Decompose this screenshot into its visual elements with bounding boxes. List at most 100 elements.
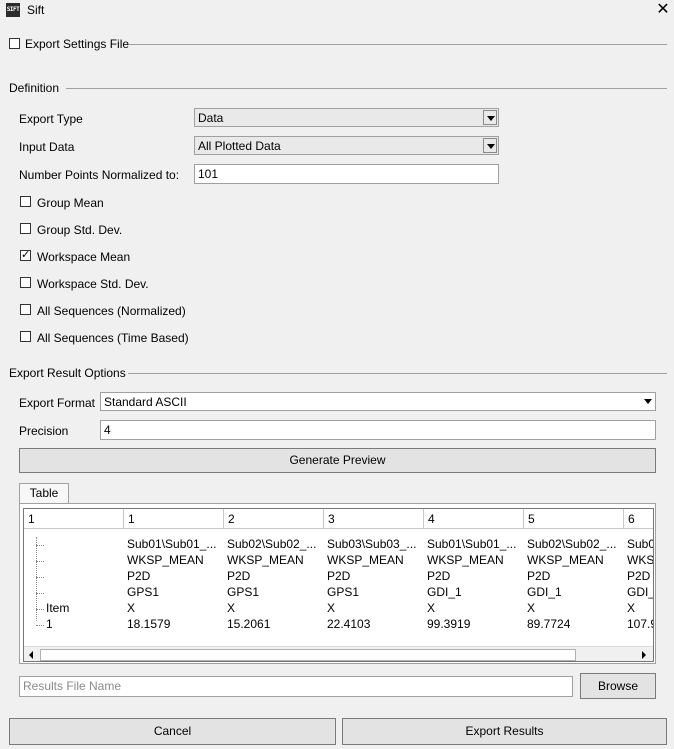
- table-cell: Sub03\Sub03_...: [327, 537, 417, 551]
- all-sequences-normalized-checkbox[interactable]: [20, 304, 31, 315]
- chevron-down-icon[interactable]: [640, 394, 654, 409]
- tree-connector: [36, 561, 44, 562]
- normalized-label: Number Points Normalized to:: [19, 168, 180, 182]
- generate-preview-button[interactable]: Generate Preview: [19, 448, 656, 473]
- normalized-points-input[interactable]: 101: [194, 164, 499, 184]
- tree-connector: [36, 577, 44, 578]
- column-header[interactable]: 2: [224, 509, 324, 529]
- tree-connector: [36, 609, 44, 610]
- tab-table[interactable]: Table: [19, 483, 69, 504]
- table-cell: GDI_1: [427, 585, 462, 599]
- export-settings-checkbox[interactable]: [9, 38, 20, 49]
- scroll-right-icon[interactable]: [637, 647, 653, 661]
- table-cell: X: [427, 601, 436, 615]
- table-cell: WKSI: [627, 553, 654, 567]
- results-file-input[interactable]: Results File Name: [19, 676, 573, 697]
- table-cell: X: [127, 601, 136, 615]
- table-cell: WKSP_MEAN: [527, 553, 604, 567]
- group-std-checkbox[interactable]: [20, 223, 31, 234]
- tree-connector: [36, 593, 44, 594]
- export-type-select[interactable]: Data: [194, 108, 499, 127]
- export-type-label: Export Type: [19, 112, 83, 126]
- export-format-value: Standard ASCII: [104, 395, 187, 409]
- table-cell: P2D: [427, 569, 451, 583]
- table-cell: 15.2061: [227, 617, 271, 631]
- table-cell: WKSP_MEAN: [327, 553, 404, 567]
- cancel-button[interactable]: Cancel: [9, 718, 336, 745]
- table-cell: P2D: [327, 569, 351, 583]
- input-data-label: Input Data: [19, 140, 75, 154]
- close-icon[interactable]: ✕: [652, 0, 674, 20]
- group-mean-checkbox[interactable]: [20, 196, 31, 207]
- scrollbar-thumb[interactable]: [40, 649, 576, 661]
- column-header[interactable]: 6: [624, 509, 653, 529]
- table-cell: WKSP_MEAN: [227, 553, 304, 567]
- input-data-value: All Plotted Data: [198, 139, 281, 153]
- table-cell: P2D: [627, 569, 651, 583]
- precision-label: Precision: [19, 424, 69, 438]
- table-cell: P2D: [227, 569, 251, 583]
- table-cell: WKSP_MEAN: [127, 553, 204, 567]
- export-format-select[interactable]: Standard ASCII: [100, 392, 656, 411]
- row-label: Item: [46, 601, 70, 615]
- table-cell: 22.4103: [327, 617, 371, 631]
- horizontal-scrollbar[interactable]: [24, 646, 653, 661]
- group-std-label: Group Std. Dev.: [37, 223, 123, 237]
- export-settings-label: Export Settings File: [25, 37, 130, 51]
- table-cell: X: [227, 601, 236, 615]
- export-results-button[interactable]: Export Results: [342, 718, 667, 745]
- definition-section-label: Definition: [9, 81, 60, 95]
- chevron-down-icon[interactable]: [483, 110, 497, 125]
- export-format-label: Export Format: [19, 396, 96, 410]
- table-cell: Sub02\Sub02_...: [227, 537, 317, 551]
- table-cell: P2D: [127, 569, 151, 583]
- result-options-section-label: Export Result Options: [9, 366, 126, 380]
- table-cell: GPS1: [327, 585, 360, 599]
- scroll-left-icon[interactable]: [24, 647, 40, 661]
- workspace-mean-checkbox[interactable]: ✓: [20, 250, 31, 261]
- all-sequences-time-label: All Sequences (Time Based): [37, 331, 189, 345]
- table-cell: GDI_1: [527, 585, 562, 599]
- title-bar: SIFT Sift ✕: [0, 0, 674, 22]
- browse-button[interactable]: Browse: [580, 673, 656, 699]
- precision-input[interactable]: 4: [100, 420, 656, 440]
- divider: [66, 88, 667, 89]
- workspace-std-checkbox[interactable]: [20, 277, 31, 288]
- preview-grid[interactable]: 1 1 2 3 4 5 6 Item 1 Sub01\Sub01_... WKS…: [23, 508, 654, 662]
- checkmark-icon: ✓: [21, 249, 31, 261]
- table-cell: X: [327, 601, 336, 615]
- app-logo-icon: SIFT: [6, 3, 20, 17]
- grid-header: 1 1 2 3 4 5 6: [24, 509, 653, 529]
- tree-connector: [36, 625, 44, 626]
- table-cell: 89.7724: [527, 617, 571, 631]
- table-cell: 107.9: [627, 617, 653, 631]
- group-mean-label: Group Mean: [37, 196, 104, 210]
- row-label: 1: [46, 617, 53, 631]
- workspace-mean-label: Workspace Mean: [37, 250, 131, 264]
- column-header[interactable]: 1: [124, 509, 224, 529]
- column-header[interactable]: 4: [424, 509, 524, 529]
- table-cell: 18.1579: [127, 617, 171, 631]
- table-cell: 99.3919: [427, 617, 471, 631]
- divider: [129, 44, 667, 45]
- export-type-value: Data: [198, 111, 224, 125]
- table-cell: Sub01\Sub01_...: [127, 537, 217, 551]
- table-cell: X: [527, 601, 536, 615]
- input-data-select[interactable]: All Plotted Data: [194, 136, 499, 155]
- window-title: Sift: [27, 3, 45, 17]
- table-panel: 1 1 2 3 4 5 6 Item 1 Sub01\Sub01_... WKS…: [19, 503, 656, 664]
- chevron-down-icon[interactable]: [483, 138, 497, 153]
- divider: [128, 373, 667, 374]
- all-sequences-normalized-label: All Sequences (Normalized): [37, 304, 186, 318]
- workspace-std-label: Workspace Std. Dev.: [37, 277, 149, 291]
- column-header[interactable]: 3: [324, 509, 424, 529]
- table-cell: GPS1: [227, 585, 260, 599]
- table-cell: WKSP_MEAN: [427, 553, 504, 567]
- table-cell: GPS1: [127, 585, 160, 599]
- all-sequences-time-checkbox[interactable]: [20, 331, 31, 342]
- table-cell: GDI_: [627, 585, 654, 599]
- table-cell: P2D: [527, 569, 551, 583]
- column-header[interactable]: 1: [24, 509, 124, 529]
- table-cell: Sub02\Sub02_...: [527, 537, 617, 551]
- column-header[interactable]: 5: [524, 509, 624, 529]
